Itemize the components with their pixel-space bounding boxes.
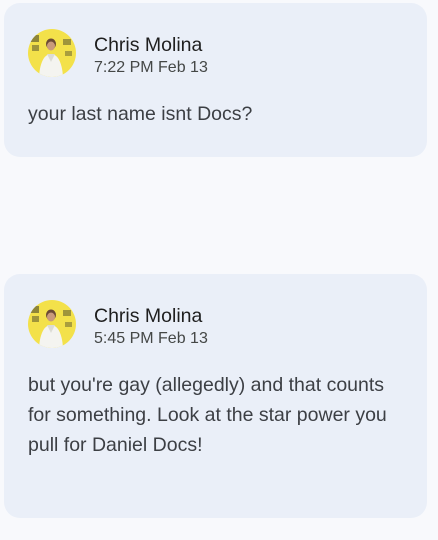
comment-timestamp: 5:45 PM Feb 13 (94, 330, 208, 347)
comment-card[interactable]: Chris Molina 5:45 PM Feb 13 but you're g… (4, 274, 427, 518)
comment-author-name: Chris Molina (94, 34, 203, 56)
user-avatar-icon[interactable] (28, 300, 76, 348)
user-avatar-icon[interactable] (28, 29, 76, 77)
comment-timestamp: 7:22 PM Feb 13 (94, 59, 208, 76)
comment-card[interactable]: Chris Molina 7:22 PM Feb 13 your last na… (4, 3, 427, 157)
comment-text: but you're gay (allegedly) and that coun… (28, 374, 387, 456)
comment-author-row: Chris Molina 5:45 PM Feb 13 (28, 300, 208, 349)
comment-text: your last name isnt Docs? (28, 103, 253, 125)
comment-author-row: Chris Molina 7:22 PM Feb 13 (28, 29, 208, 78)
comment-author-name: Chris Molina (94, 305, 203, 327)
